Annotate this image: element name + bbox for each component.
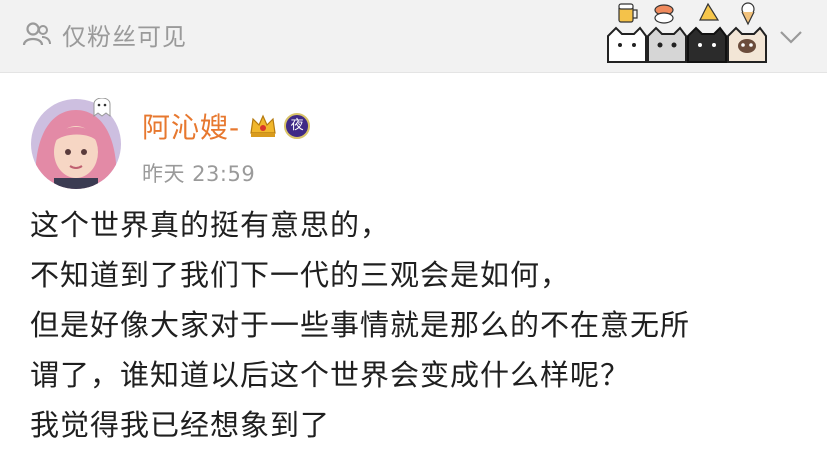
siamese-cat-icon (727, 26, 767, 63)
night-badge[interactable]: 夜 (284, 113, 311, 139)
gray-cat-icon (647, 26, 687, 63)
crown-icon[interactable] (240, 113, 278, 139)
sushi-icon (654, 4, 674, 24)
post-text-line: 谓了，谁知道以后这个世界会变成什么样呢？ (30, 358, 631, 392)
chevron-down-icon[interactable] (776, 22, 806, 52)
post-content: 这个世界真的挺有意思的， 不知道到了我们下一代的三观会是如何， 但是好像大家对于… (30, 200, 820, 450)
post-header-bar: 仅粉丝可见 (0, 0, 827, 73)
author-row: 阿沁嫂- 夜 (142, 104, 311, 148)
beer-icon (618, 3, 638, 23)
author-name[interactable]: 阿沁嫂- (142, 106, 240, 146)
post-text-line: 这个世界真的挺有意思的， (30, 208, 391, 242)
black-cat-icon (687, 26, 727, 63)
privacy-label: 仅粉丝可见 (62, 22, 187, 51)
user-group-icon (22, 19, 52, 49)
white-cat-icon (607, 26, 647, 63)
post-timestamp: 昨天 23:59 (142, 162, 256, 186)
post-text-line: 不知道到了我们下一代的三观会是如何， (30, 258, 571, 292)
ice-cream-icon (741, 2, 755, 26)
post-text-line: 但是好像大家对于一些事情就是那么的不在意无所 (30, 308, 691, 342)
cake-icon (699, 2, 720, 21)
privacy-indicator[interactable]: 仅粉丝可见 (22, 18, 187, 51)
avatar[interactable] (30, 97, 122, 190)
sticker-decoration[interactable] (604, 0, 770, 68)
post-text-line: 我觉得我已经想象到了 (30, 408, 331, 442)
